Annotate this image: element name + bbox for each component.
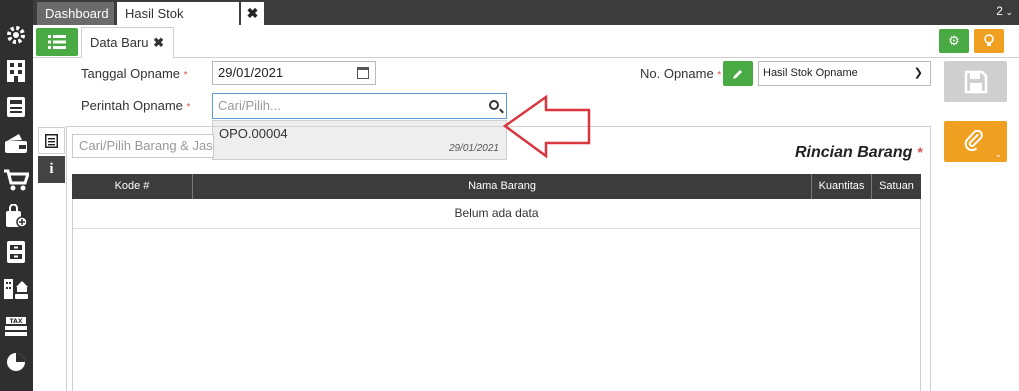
column-header-kuantitas[interactable]: Kuantitas bbox=[812, 174, 872, 199]
office-car-icon[interactable] bbox=[3, 276, 29, 302]
column-header-satuan[interactable]: Satuan bbox=[872, 174, 921, 199]
details-title: Rincian Barang * bbox=[795, 144, 923, 161]
details-list-tab[interactable] bbox=[38, 127, 65, 154]
bag-icon[interactable] bbox=[3, 203, 29, 229]
no-opname-select-value: Hasil Stok Opname bbox=[763, 67, 858, 79]
no-opname-label: No. Opname * bbox=[640, 66, 722, 81]
info-tab[interactable]: i bbox=[38, 156, 65, 183]
tab-data-baru-label: Data Baru bbox=[90, 35, 149, 50]
tanggal-opname-label: Tanggal Opname * bbox=[81, 66, 188, 81]
settings-gear-icon[interactable] bbox=[3, 22, 29, 48]
chevron-down-icon: ⌄ bbox=[994, 149, 1002, 159]
perintah-opname-label: Perintah Opname * bbox=[81, 98, 191, 113]
save-button[interactable] bbox=[944, 61, 1007, 102]
tab-hasil-stok-opname[interactable]: Hasil Stok Opname bbox=[117, 2, 239, 44]
document-list-icon bbox=[45, 133, 58, 148]
tab-data-baru[interactable]: Data Baru ✖ bbox=[81, 27, 174, 58]
attachment-button[interactable]: ⌄ bbox=[944, 121, 1007, 162]
building-icon[interactable] bbox=[3, 58, 29, 84]
calendar-icon[interactable] bbox=[357, 67, 369, 79]
chevron-down-icon: ❯ bbox=[913, 67, 923, 79]
paperclip-icon bbox=[964, 129, 983, 151]
list-icon bbox=[48, 35, 66, 49]
close-icon[interactable]: ✖ bbox=[153, 28, 164, 58]
chevron-down-icon: ⌄ bbox=[1002, 7, 1013, 17]
close-tab-button[interactable]: ✖ bbox=[241, 2, 264, 25]
tab-count-dropdown[interactable]: 2 ⌄ bbox=[996, 4, 1013, 18]
pie-chart-icon[interactable] bbox=[3, 349, 29, 375]
tab-count: 2 bbox=[996, 4, 1003, 18]
tab-dashboard[interactable]: Dashboard bbox=[37, 2, 114, 25]
sidebar: TAX bbox=[0, 0, 33, 391]
divider bbox=[33, 57, 1019, 58]
empty-table-message: Belum ada data bbox=[73, 199, 920, 229]
svg-text:TAX: TAX bbox=[10, 318, 23, 325]
gear-icon: ⚙ bbox=[948, 33, 960, 48]
list-menu-button[interactable] bbox=[36, 28, 78, 56]
tanggal-opname-input[interactable]: 29/01/2021 bbox=[212, 61, 376, 85]
table-header: Kode # Nama Barang Kuantitas Satuan bbox=[72, 174, 921, 199]
tanggal-opname-value: 29/01/2021 bbox=[218, 65, 284, 80]
item-search-placeholder: Cari/Pilih Barang & Jasa... bbox=[79, 138, 213, 153]
no-opname-select[interactable]: Hasil Stok Opname ❯ bbox=[758, 61, 931, 86]
wallet-icon[interactable] bbox=[3, 130, 29, 156]
item-search-input[interactable]: Cari/Pilih Barang & Jasa... bbox=[72, 134, 214, 158]
cabinet-icon[interactable] bbox=[3, 239, 29, 265]
tips-button[interactable] bbox=[974, 29, 1004, 53]
cart-icon[interactable] bbox=[3, 167, 29, 193]
lightbulb-icon bbox=[984, 34, 994, 46]
pencil-icon bbox=[733, 69, 742, 79]
edit-number-button[interactable] bbox=[723, 61, 753, 86]
column-header-nama-barang[interactable]: Nama Barang bbox=[193, 174, 812, 199]
floppy-disk-icon bbox=[964, 70, 987, 93]
perintah-opname-search[interactable]: Cari/Pilih... bbox=[212, 93, 507, 119]
table-body: Belum ada data bbox=[72, 199, 921, 391]
calculator-icon[interactable] bbox=[3, 94, 29, 120]
search-icon[interactable] bbox=[489, 100, 499, 110]
column-header-kode[interactable]: Kode # bbox=[72, 174, 193, 199]
info-icon: i bbox=[49, 161, 54, 177]
annotation-arrow-icon bbox=[502, 94, 591, 159]
tax-icon[interactable]: TAX bbox=[3, 313, 29, 339]
settings-button[interactable]: ⚙ bbox=[939, 29, 969, 53]
perintah-opname-placeholder: Cari/Pilih... bbox=[218, 98, 281, 113]
